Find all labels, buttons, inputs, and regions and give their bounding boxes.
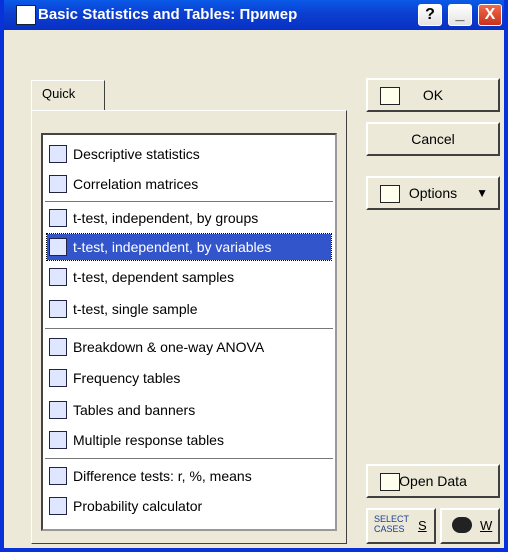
options-icon (380, 185, 400, 203)
divider (45, 328, 333, 330)
list-item[interactable]: Difference tests: r, %, means (47, 463, 331, 489)
select-cases-label: SELECT CASES (374, 514, 409, 534)
open-data-label: Open Data (399, 473, 467, 489)
list-item[interactable]: t-test, dependent samples (47, 264, 331, 290)
close-button[interactable]: X (478, 4, 502, 26)
list-item-label: t-test, independent, by groups (73, 210, 259, 226)
divider (45, 458, 333, 460)
help-button[interactable]: ? (418, 4, 442, 26)
dialog-window: Basic Statistics and Tables: Пример ? _ … (0, 0, 508, 552)
list-item[interactable]: t-test, independent, by groups (47, 205, 331, 231)
tables-banners-icon (49, 401, 67, 419)
cancel-button[interactable]: Cancel (366, 122, 500, 156)
options-button[interactable]: Options ▼ (366, 176, 500, 210)
app-icon (16, 5, 36, 25)
list-item-label: Frequency tables (73, 370, 181, 386)
probability-calculator-icon (49, 497, 67, 515)
breakdown-icon (49, 338, 67, 356)
list-item-selected[interactable]: t-test, independent, by variables (46, 233, 332, 261)
weight-key: W (480, 518, 493, 533)
list-item[interactable]: t-test, single sample (47, 296, 331, 322)
tab-quick[interactable]: Quick (31, 80, 105, 110)
open-data-button[interactable]: Open Data (366, 464, 500, 498)
list-item-label: Multiple response tables (73, 432, 224, 448)
list-item-label: Probability calculator (73, 498, 203, 514)
list-item-label: t-test, dependent samples (73, 269, 235, 285)
list-item-label: Breakdown & one-way ANOVA (73, 339, 265, 355)
analysis-list[interactable]: Descriptive statistics Correlation matri… (41, 133, 337, 531)
list-item[interactable]: Tables and banners (47, 397, 331, 423)
chevron-down-icon: ▼ (476, 186, 488, 200)
multiple-response-icon (49, 431, 67, 449)
frequency-table-icon (49, 369, 67, 387)
correlation-icon (49, 175, 67, 193)
list-item-label: Tables and banners (73, 402, 196, 418)
ttest-dependent-icon (49, 268, 67, 286)
options-label: Options (408, 185, 458, 201)
list-item[interactable]: Correlation matrices (47, 171, 331, 197)
ok-button[interactable]: OK (366, 78, 500, 112)
calculator-icon (380, 87, 400, 105)
window-title: Basic Statistics and Tables: Пример (38, 6, 298, 23)
list-item-label: Correlation matrices (73, 176, 199, 192)
list-item[interactable]: Frequency tables (47, 365, 331, 391)
ok-label: OK (422, 87, 444, 103)
minimize-button[interactable]: _ (448, 4, 472, 26)
list-item[interactable]: Multiple response tables (47, 427, 331, 453)
list-item[interactable]: Probability calculator (47, 493, 331, 519)
ttest-vars-icon (49, 238, 67, 256)
list-item[interactable]: Breakdown & one-way ANOVA (47, 334, 331, 360)
descriptive-stats-icon (49, 145, 67, 163)
weight-icon (452, 517, 472, 533)
difference-tests-icon (49, 467, 67, 485)
list-item-label: Difference tests: r, %, means (73, 468, 252, 484)
select-cases-button[interactable]: SELECT CASES S (366, 508, 436, 544)
select-cases-key: S (418, 518, 427, 533)
folder-icon (380, 473, 400, 491)
divider (45, 201, 333, 203)
ttest-groups-icon (49, 209, 67, 227)
list-item[interactable]: Descriptive statistics (47, 141, 331, 167)
ttest-single-icon (49, 300, 67, 318)
list-item-label: t-test, independent, by variables (73, 239, 272, 255)
list-item-label: Descriptive statistics (73, 146, 200, 162)
titlebar[interactable]: Basic Statistics and Tables: Пример ? _ … (4, 0, 504, 30)
list-item-label: t-test, single sample (73, 301, 198, 317)
weight-button[interactable]: W (440, 508, 500, 544)
